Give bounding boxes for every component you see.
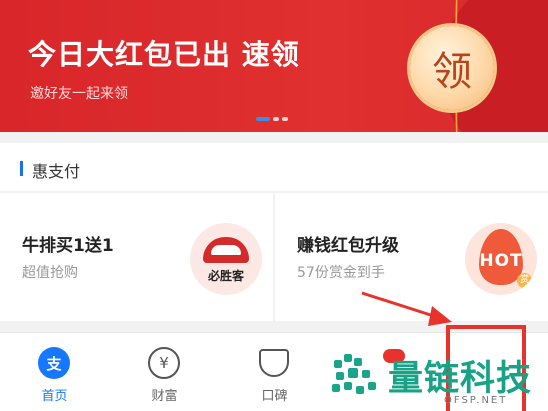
watermark-url: QFSP.NET bbox=[444, 395, 508, 406]
deal-cards: 牛排买1送1 超值抢购 必胜客 赚钱红包升级 57份赏金到手 HOT 赏 bbox=[0, 193, 548, 321]
claim-coin-button[interactable]: 领 bbox=[410, 26, 494, 110]
hot-label: HOT bbox=[479, 251, 523, 271]
deal-card-steak[interactable]: 牛排买1送1 超值抢购 必胜客 bbox=[0, 193, 273, 321]
pizza-hut-logo-text: 必胜客 bbox=[207, 269, 244, 283]
watermark: 量链科技 QFSP.NET bbox=[326, 350, 548, 411]
deal-card-subtitle: 超值抢购 bbox=[22, 265, 78, 281]
tab-wealth[interactable]: ¥ 财富 bbox=[110, 333, 219, 411]
deal-card-title: 赚钱红包升级 bbox=[297, 236, 399, 256]
carousel-dot bbox=[282, 117, 288, 121]
coin-label: 领 bbox=[432, 49, 472, 95]
carousel-indicator bbox=[256, 117, 288, 121]
pizza-hut-roof-icon bbox=[203, 237, 249, 263]
banner-title: 今日大红包已出 速领 bbox=[28, 38, 300, 71]
carousel-dot bbox=[273, 117, 279, 121]
deal-card-title: 牛排买1送1 bbox=[22, 236, 114, 256]
tab-home[interactable]: 支 首页 bbox=[0, 333, 109, 411]
banner-subtitle: 邀好友一起来领 bbox=[30, 86, 128, 102]
promo-banner[interactable]: 今日大红包已出 速领 邀好友一起来领 领 bbox=[0, 0, 548, 132]
section-marker bbox=[20, 161, 23, 176]
carousel-dot-active bbox=[256, 117, 270, 121]
tab-koubei[interactable]: 口碑 bbox=[220, 333, 329, 411]
deal-card-redpacket[interactable]: 赚钱红包升级 57份赏金到手 HOT 赏 bbox=[275, 193, 548, 321]
alipay-icon: 支 bbox=[38, 347, 70, 379]
yen-icon: ¥ bbox=[148, 347, 180, 379]
tab-label-koubei: 口碑 bbox=[261, 389, 288, 404]
hot-flame-icon: HOT 赏 bbox=[465, 223, 537, 295]
koubei-icon bbox=[259, 349, 289, 377]
section-title: 惠支付 bbox=[32, 162, 81, 181]
pizza-hut-logo: 必胜客 bbox=[190, 223, 262, 295]
reward-badge: 赏 bbox=[517, 273, 532, 288]
watermark-title: 量链科技 bbox=[388, 359, 533, 399]
section-header: 惠支付 bbox=[0, 143, 548, 191]
watermark-logo-icon bbox=[330, 352, 378, 400]
deal-card-subtitle: 57份赏金到手 bbox=[297, 265, 385, 281]
tab-label-wealth: 财富 bbox=[151, 389, 178, 404]
tab-label-home: 首页 bbox=[41, 389, 68, 404]
